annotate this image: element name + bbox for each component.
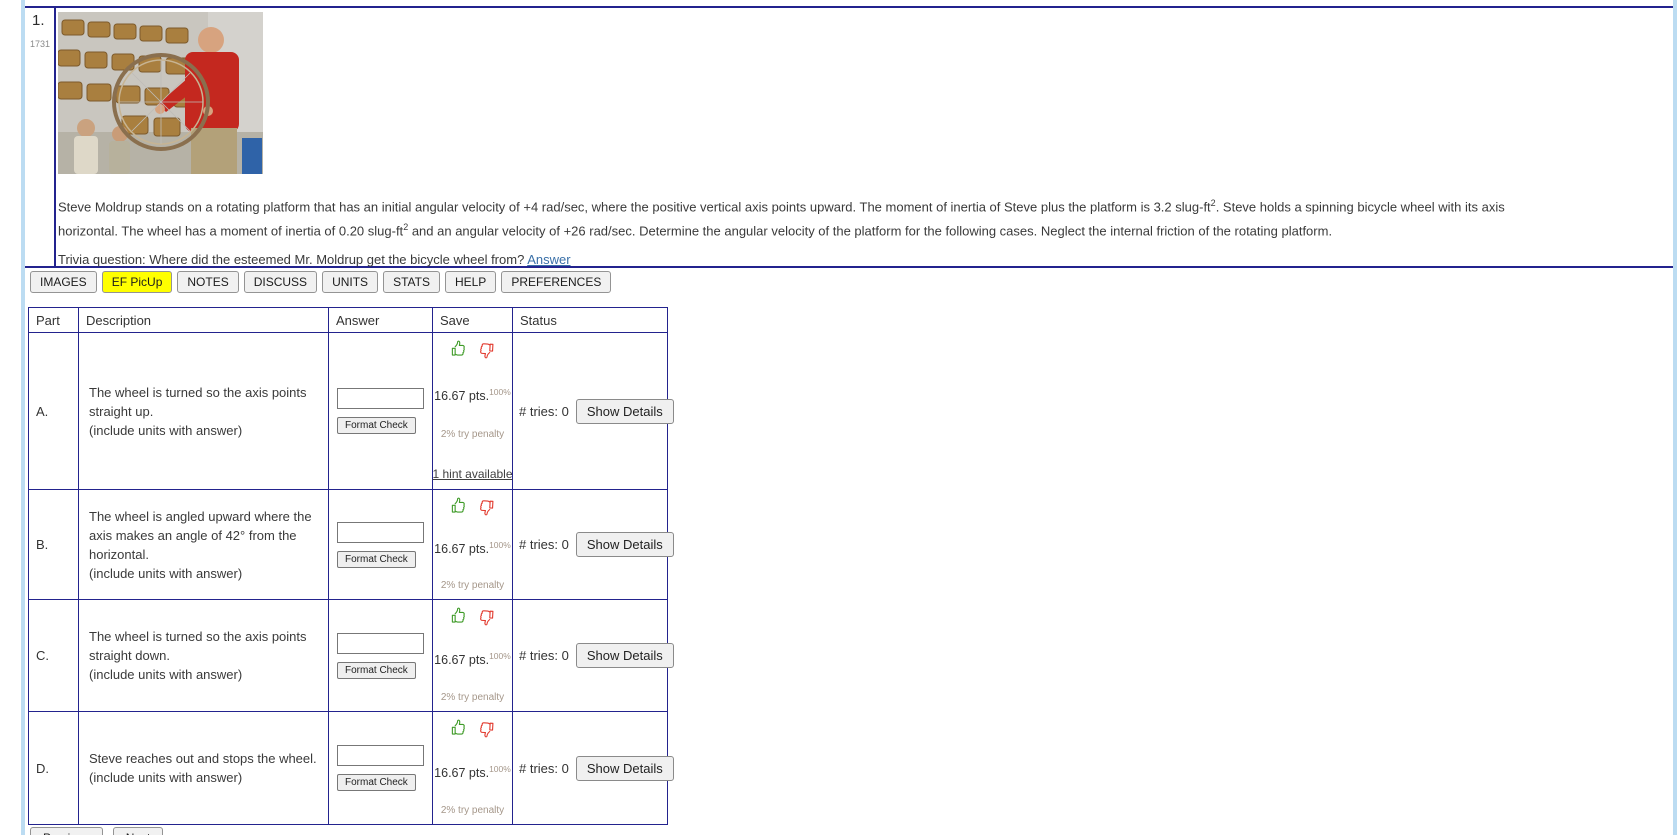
trivia-question: Trivia question: Where did the esteemed …: [58, 252, 528, 267]
thumbs-up-icon[interactable]: [450, 339, 469, 360]
table-row: B. The wheel is angled upward where the …: [28, 489, 674, 600]
tab-ef-picup[interactable]: EF PicUp: [101, 271, 173, 293]
tries-count: # tries: 0: [519, 537, 569, 552]
pager: Previous Next: [30, 827, 164, 835]
format-check-button[interactable]: Format Check: [337, 774, 416, 791]
try-penalty-label: 2% try penalty: [440, 429, 505, 441]
thumbs-up-icon[interactable]: [450, 606, 469, 627]
thumbs-down-icon[interactable]: [475, 496, 495, 518]
format-check-button[interactable]: Format Check: [337, 550, 416, 568]
format-check-button[interactable]: Format Check: [337, 661, 416, 679]
tab-notes[interactable]: NOTES: [177, 271, 239, 293]
parts-table-body: A. The wheel is turned so the axis point…: [28, 332, 674, 825]
right-frame-edge: [1673, 0, 1677, 835]
answer-input[interactable]: [337, 388, 424, 409]
problem-photo: [57, 12, 263, 174]
tab-discuss[interactable]: DISCUSS: [243, 271, 318, 293]
hint-link[interactable]: 1 hint available: [432, 467, 512, 481]
try-penalty-label: 2% try penalty: [440, 692, 505, 703]
problem-id: 1731: [30, 39, 51, 49]
save-thumbs: [450, 718, 495, 739]
header-status: Status: [512, 307, 668, 333]
trivia-answer-link[interactable]: Answer: [527, 252, 570, 267]
trivia-line: Trivia question: Where did the esteemed …: [58, 252, 571, 267]
try-penalty-label: 2% try penalty: [440, 580, 505, 591]
header-save: Save: [432, 307, 513, 333]
show-details-button[interactable]: Show Details: [575, 755, 674, 781]
answer-input[interactable]: [337, 521, 424, 543]
tries-count: # tries: 0: [519, 403, 569, 419]
thumbs-up-icon[interactable]: [450, 718, 469, 739]
tries-count: # tries: 0: [519, 648, 569, 663]
part-units-note: (include units with answer): [89, 667, 243, 682]
part-label: D.: [36, 760, 49, 776]
part-units-note: (include units with answer): [89, 565, 243, 581]
part-description: The wheel is turned so the axis points s…: [89, 629, 307, 663]
show-details-button[interactable]: Show Details: [575, 398, 674, 424]
thumbs-down-icon[interactable]: [475, 718, 495, 740]
next-button[interactable]: Next: [112, 827, 164, 835]
points-label: 16.67 pts.100%: [434, 651, 511, 668]
toolbar: IMAGES EF PicUp NOTES DISCUSS UNITS STATS HELP…: [30, 271, 612, 293]
points-label: 16.67 pts.100%: [434, 540, 511, 557]
header-answer: Answer: [328, 307, 433, 333]
previous-button[interactable]: Previous: [30, 827, 103, 835]
tab-help[interactable]: HELP: [444, 271, 497, 293]
table-row: D. Steve reaches out and stops the wheel…: [28, 711, 674, 825]
thumbs-down-icon[interactable]: [475, 339, 495, 361]
lecture-hall-photo-graphic: [57, 12, 263, 174]
show-details-button[interactable]: Show Details: [575, 532, 674, 557]
thumbs-up-icon[interactable]: [450, 496, 469, 517]
answer-input[interactable]: [337, 632, 424, 654]
problem-box: 1. 1731 Steve Moldrup stands on a rotati…: [25, 6, 1673, 268]
tries-count: # tries: 0: [519, 760, 569, 776]
tab-images[interactable]: IMAGES: [30, 271, 97, 293]
table-row: A. The wheel is turned so the axis point…: [28, 332, 674, 490]
part-description: Steve reaches out and stops the wheel.: [89, 751, 317, 766]
table-row: C. The wheel is turned so the axis point…: [28, 599, 674, 712]
save-thumbs: [450, 496, 495, 517]
tab-stats[interactable]: STATS: [383, 271, 440, 293]
problem-number: 1.: [32, 12, 45, 29]
try-penalty-label: 2% try penalty: [440, 805, 505, 816]
save-thumbs: [450, 339, 495, 360]
header-part: Part: [28, 307, 79, 333]
part-label: A.: [36, 403, 49, 419]
points-label: 16.67 pts.100%: [434, 386, 511, 403]
save-thumbs: [450, 606, 495, 627]
show-details-button[interactable]: Show Details: [575, 643, 674, 668]
part-label: B.: [36, 537, 49, 552]
gutter-divider: [54, 8, 56, 266]
table-header-row: Part Description Answer Save Status: [28, 307, 668, 333]
problem-text: Steve Moldrup stands on a rotating platf…: [58, 198, 1505, 239]
format-check-button[interactable]: Format Check: [337, 417, 416, 434]
tab-units[interactable]: UNITS: [322, 271, 379, 293]
part-description: The wheel is angled upward where the axi…: [89, 508, 312, 562]
part-description: The wheel is turned so the axis points s…: [89, 384, 307, 419]
thumbs-down-icon[interactable]: [475, 606, 495, 628]
points-label: 16.67 pts.100%: [434, 763, 511, 781]
header-description: Description: [78, 307, 329, 333]
answer-input[interactable]: [337, 745, 424, 766]
tab-preferences[interactable]: PREFERENCES: [501, 271, 612, 293]
part-units-note: (include units with answer): [89, 422, 243, 438]
parts-table: Part Description Answer Save Status A. T…: [28, 307, 674, 825]
part-label: C.: [36, 648, 49, 663]
part-units-note: (include units with answer): [89, 770, 243, 785]
homework-page: 1. 1731 Steve Moldrup stands on a rotati…: [0, 0, 1678, 835]
